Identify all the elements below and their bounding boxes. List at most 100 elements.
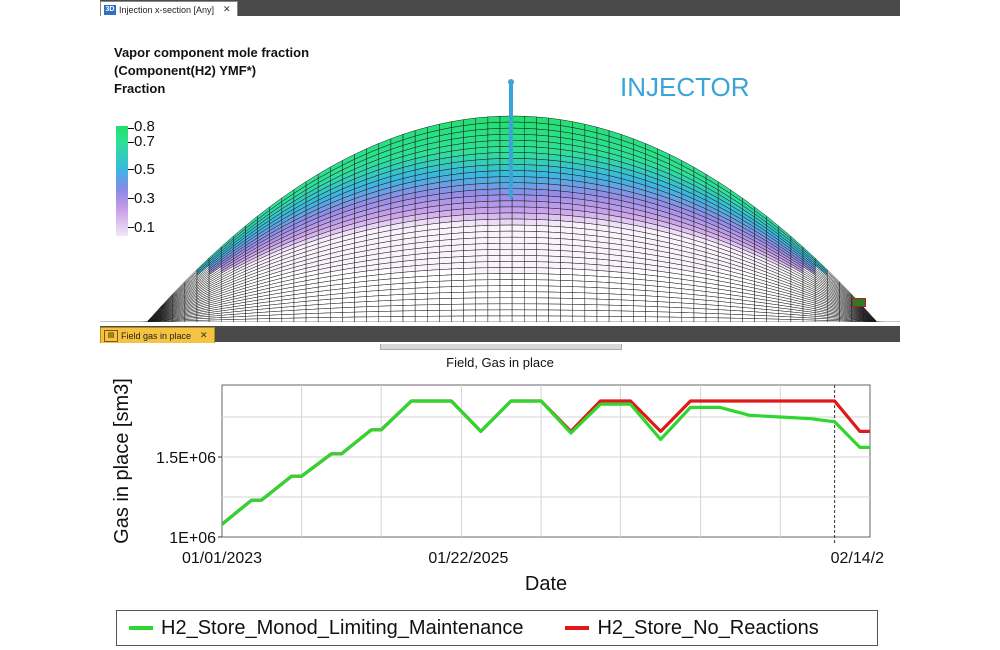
grid-cell (354, 296, 367, 303)
grid-cell (487, 309, 501, 317)
grid-cell (511, 273, 525, 280)
grid-cell (499, 230, 513, 238)
grid-cell (487, 115, 501, 124)
grid-cell (511, 176, 525, 184)
grid-cell (511, 285, 525, 292)
grid-cell (608, 287, 622, 295)
grid-cell (439, 256, 452, 265)
grid-cell (499, 206, 513, 214)
grid-cell (475, 309, 489, 317)
grid-cell (523, 297, 537, 305)
grid-cell (536, 297, 549, 305)
grid-cell (475, 219, 489, 227)
grid-cell (463, 231, 477, 239)
panel-splitter-handle[interactable] (380, 344, 622, 350)
grid-cell (511, 255, 525, 262)
grid-cell (536, 267, 549, 275)
legend-item-red[interactable]: H2_Store_No_Reactions (565, 617, 819, 640)
grid-cell (548, 315, 561, 322)
grid-cell (463, 201, 477, 210)
grid-cell (330, 312, 343, 318)
grid-cell (814, 319, 828, 322)
grid-cell (511, 194, 525, 202)
grid-cell (511, 206, 525, 214)
grid-cell (620, 305, 634, 312)
grid-cell (439, 298, 452, 305)
grid-cell (451, 250, 464, 258)
grid-cell (536, 195, 549, 203)
grid-cell (851, 320, 864, 322)
grid-cell (511, 230, 525, 238)
grid-cell (487, 218, 501, 226)
grid-cell (414, 270, 428, 278)
grid-cell (596, 304, 610, 311)
tab-injection-x-section[interactable]: 3D Injection x-section [Any] ✕ (100, 1, 238, 17)
grid-cell (475, 176, 489, 185)
grid-cell (475, 195, 489, 203)
well-marker-icon[interactable] (852, 298, 866, 307)
grid-cell (511, 164, 525, 171)
grid-cell (487, 237, 501, 244)
grid-cell (269, 318, 283, 322)
grid-cell (584, 310, 598, 317)
grid-cell (620, 283, 634, 290)
section-viewport[interactable]: Vapor component mole fraction (Component(… (100, 16, 900, 322)
grid-cell (560, 315, 573, 322)
grid-cell (475, 152, 489, 161)
grid-cell (560, 280, 573, 287)
grid-cell (475, 207, 489, 215)
grid-cell (487, 206, 501, 214)
grid-cell (475, 267, 489, 275)
grid-cell (536, 164, 549, 173)
grid-cell (475, 303, 489, 311)
grid-cell (548, 249, 561, 257)
grid-cell (172, 320, 186, 322)
colorbar-title-line-2: (Component(H2) YMF*) (114, 63, 257, 78)
grid-cell (499, 285, 513, 292)
grid-cell (511, 242, 525, 250)
close-icon[interactable]: ✕ (200, 330, 208, 341)
grid-cell (439, 262, 452, 270)
grid-cell (754, 318, 767, 322)
grid-cell (584, 286, 598, 294)
grid-cell (560, 268, 573, 276)
grid-cell (754, 314, 767, 320)
grid-cell (451, 286, 464, 293)
grid-cell (596, 310, 610, 317)
grid-cell (608, 293, 622, 301)
close-icon[interactable]: ✕ (223, 4, 231, 15)
grid-cell (536, 309, 549, 317)
grid-cell (475, 249, 489, 257)
grid-cell (681, 307, 695, 314)
grid-cell (463, 213, 477, 222)
grid-cell (572, 245, 586, 253)
grid-cell (536, 279, 549, 287)
grid-cell (523, 237, 537, 244)
grid-cell (548, 207, 561, 216)
grid-cell (305, 308, 319, 315)
grid-cell (463, 315, 477, 322)
grid-cell (669, 306, 683, 313)
grid-cell (451, 309, 464, 317)
grid-cell (608, 276, 622, 284)
grid-cell (548, 201, 561, 210)
grid-cell (633, 305, 646, 312)
grid-cell (511, 188, 525, 196)
grid-cell (681, 312, 695, 318)
grid-cell (487, 194, 501, 202)
grid-cell (427, 286, 440, 294)
tab-field-gas-in-place[interactable]: ▤ Field gas in place ✕ (100, 327, 215, 343)
grid-cell (548, 279, 561, 287)
grid-cell (608, 316, 622, 322)
grid-cells (100, 115, 900, 322)
grid-cell (463, 237, 477, 245)
grid-cell (499, 267, 513, 274)
grid-cell (330, 302, 343, 309)
grid-cell (523, 188, 537, 196)
grid-cell (560, 274, 573, 282)
grid-cell (536, 219, 549, 227)
grid-cell (160, 320, 173, 322)
grid-cell (366, 305, 380, 313)
legend-item-green[interactable]: H2_Store_Monod_Limiting_Maintenance (129, 617, 523, 640)
grid-cell (439, 309, 452, 317)
